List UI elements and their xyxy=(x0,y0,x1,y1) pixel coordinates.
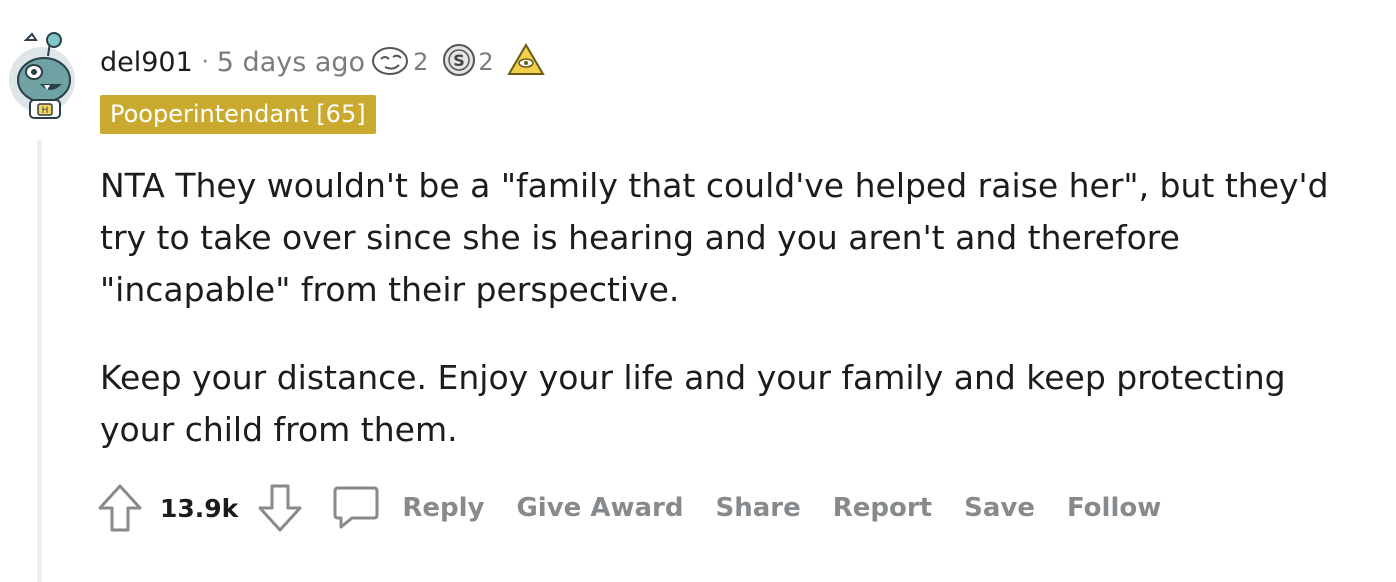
reply-button[interactable]: Reply xyxy=(402,493,484,523)
comment-paragraph: Keep your distance. Enjoy your life and … xyxy=(100,358,1286,449)
comment-action-bar: 13.9k Reply Give Award Share Report Save… xyxy=(94,480,1175,536)
svg-text:S: S xyxy=(454,51,466,70)
award-face[interactable]: 2 xyxy=(371,43,428,81)
reply-icon-button[interactable] xyxy=(330,480,382,536)
downvote-button[interactable] xyxy=(254,480,306,536)
username-link[interactable]: del901 xyxy=(100,47,193,78)
silver-coin-award-icon: S xyxy=(442,43,476,81)
face-award-icon xyxy=(371,43,411,81)
give-award-button[interactable]: Give Award xyxy=(516,493,683,523)
upvote-button[interactable] xyxy=(94,480,146,536)
award-count: 2 xyxy=(413,48,429,76)
award-silver[interactable]: S 2 xyxy=(442,43,494,81)
vote-score: 13.9k xyxy=(160,493,239,523)
timestamp[interactable]: 5 days ago xyxy=(217,47,365,78)
illuminati-award-icon xyxy=(506,42,546,82)
svg-text:H: H xyxy=(42,106,49,116)
thread-line[interactable] xyxy=(37,140,42,582)
report-button[interactable]: Report xyxy=(833,493,932,523)
user-flair: Pooperintendant [65] xyxy=(100,95,376,134)
share-button[interactable]: Share xyxy=(715,493,800,523)
comment-paragraph: NTA They wouldn't be a "family that coul… xyxy=(100,166,1329,309)
meta-separator: · xyxy=(201,49,209,75)
follow-button[interactable]: Follow xyxy=(1067,493,1161,523)
upvote-arrow-icon xyxy=(98,484,142,532)
comment-header: del901 · 5 days ago 2 S 2 xyxy=(100,40,546,84)
comment-body: NTA They wouldn't be a "family that coul… xyxy=(100,160,1370,492)
downvote-arrow-icon xyxy=(258,484,302,532)
avatar[interactable]: H xyxy=(6,28,84,122)
award-illuminati[interactable] xyxy=(506,42,546,82)
save-button[interactable]: Save xyxy=(964,493,1035,523)
award-count: 2 xyxy=(478,48,494,76)
comment-bubble-icon xyxy=(333,486,379,529)
